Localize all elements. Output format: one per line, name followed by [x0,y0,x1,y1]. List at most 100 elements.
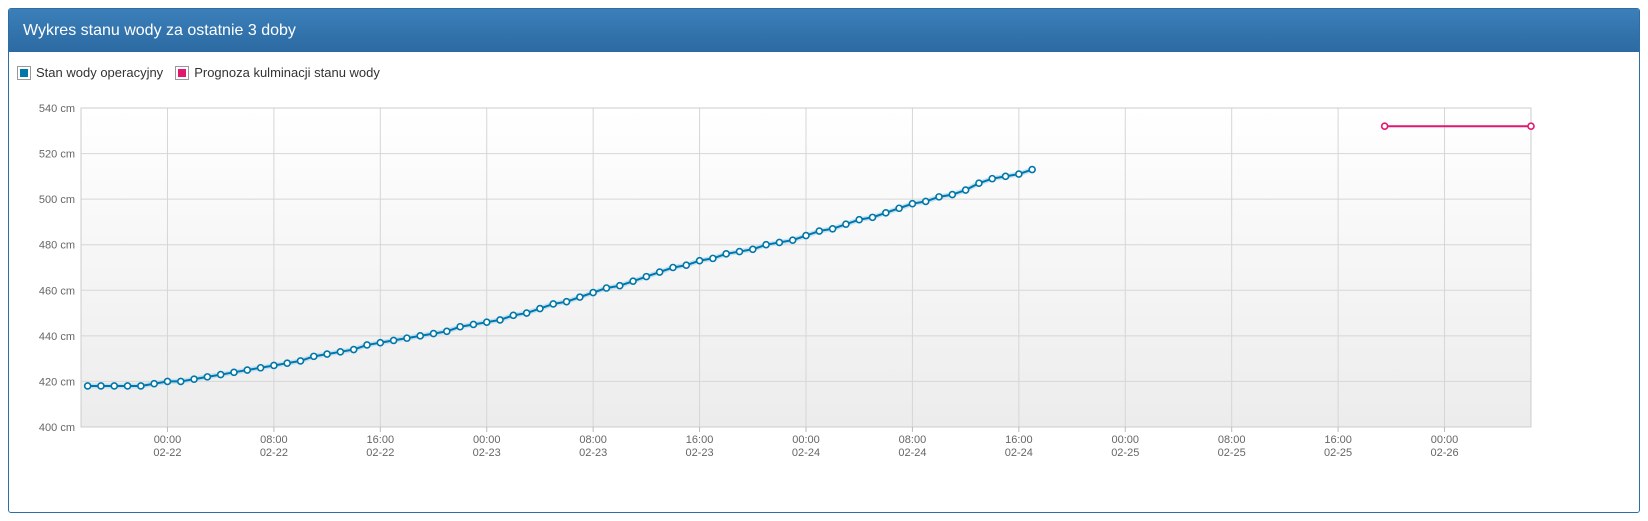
series-operational-point [908,199,917,208]
series-operational-point [389,336,398,345]
series-operational-point [443,327,451,336]
y-tick-label: 500 cm [39,194,75,206]
series-operational-point [336,348,345,356]
series-operational-point [496,316,504,324]
series-operational-point [270,361,278,370]
series-operational-point [123,382,132,390]
x-tick-date: 02-26 [1430,447,1458,459]
series-operational-point [669,263,677,272]
series-operational-point [655,268,664,276]
x-tick-date: 02-25 [1324,447,1352,459]
series-operational-point [376,338,385,347]
x-tick-date: 02-23 [686,447,714,459]
series-operational-point [176,377,185,386]
series-operational-point [456,322,464,331]
series-operational-point [349,345,358,354]
x-tick-time: 08:00 [579,434,607,446]
series-operational-point [828,224,837,233]
x-tick-time: 16:00 [367,434,395,446]
series-operational-point [1001,172,1010,181]
y-tick-label: 520 cm [39,149,75,161]
series-operational-point [562,297,571,306]
x-tick-date: 02-22 [260,447,288,459]
series-operational-point [1015,170,1023,178]
x-tick-time: 00:00 [1431,434,1459,446]
y-tick-label: 400 cm [39,422,75,434]
y-tick-label: 440 cm [39,331,75,343]
series-operational-point [110,382,119,390]
series-operational-point [83,382,92,390]
x-tick-time: 16:00 [686,434,714,446]
series-operational-point [921,197,930,206]
y-tick-label: 460 cm [39,285,75,297]
series-operational-point [642,272,651,281]
series-operational-point [163,377,172,386]
series-operational-point [722,250,730,258]
series-operational-point [509,311,518,320]
series-operational-point [522,309,531,317]
series-operational-point [748,245,757,254]
series-operational-point [97,382,105,390]
series-operational-point [536,304,544,313]
series-operational-point [216,370,225,379]
x-tick-time: 16:00 [1324,434,1352,446]
series-operational-point [323,350,331,358]
series-operational-point [230,368,238,377]
series-operational-point [602,284,611,292]
series-operational-point [815,227,824,235]
series-operational-point [203,373,212,381]
series-operational-point [482,318,491,326]
series-forecast-point [1527,122,1535,131]
series-operational-point [416,332,425,340]
series-operational-point [855,215,864,224]
series-operational-point [150,379,158,388]
series-operational-point [961,186,970,194]
series-operational-point [137,382,145,390]
x-tick-date: 02-24 [898,447,926,459]
grid [80,107,1532,428]
series-operational-point [629,277,637,285]
series-operational-point [190,375,198,383]
x-tick-time: 00:00 [1112,434,1140,446]
series-operational-point [283,359,291,368]
series-operational-point [709,254,717,263]
series-operational-point [988,174,997,183]
x-tick-date: 02-22 [366,447,394,459]
x-tick-time: 08:00 [1218,434,1246,446]
x-tick-time: 00:00 [792,434,820,446]
x-tick-date: 02-24 [1005,447,1033,459]
series-operational-point [682,261,691,270]
series-operational-point [895,204,903,213]
series-operational-point [775,238,784,247]
series-operational-point [788,236,797,244]
x-tick-time: 08:00 [260,434,288,446]
series-operational-point [842,220,850,229]
series-operational-point [762,240,770,249]
series-operational-point [403,334,411,342]
series-operational-point [589,288,597,297]
y-tick-label: 480 cm [39,240,75,252]
x-tick-date: 02-23 [473,447,501,459]
series-operational-point [882,209,890,217]
series-operational-point [576,293,584,301]
x-tick-date: 02-25 [1111,447,1139,459]
series-operational-point [975,179,983,187]
x-tick-time: 08:00 [899,434,927,446]
y-tick-label: 420 cm [39,376,75,388]
series-operational-point [469,320,478,329]
series-operational-point [296,357,305,365]
water-level-chart: 540 cm 520 cm 500 cm 480 cm 460 cm 440 cm 420 … [39,103,1535,459]
x-tick-date: 02-22 [153,447,181,459]
series-operational-point [615,281,624,290]
x-tick-time: 00:00 [154,434,182,446]
x-tick-time: 00:00 [473,434,501,446]
y-tick-label: 540 cm [39,103,75,115]
series-operational-point [429,329,438,338]
x-tick-date: 02-25 [1218,447,1246,459]
series-operational-point [309,352,318,361]
series-forecast-point [1380,122,1389,131]
x-tick-date: 02-24 [792,447,820,459]
series-operational-point [948,190,957,199]
series-operational-point [695,256,704,265]
series-operational-point [549,300,558,308]
